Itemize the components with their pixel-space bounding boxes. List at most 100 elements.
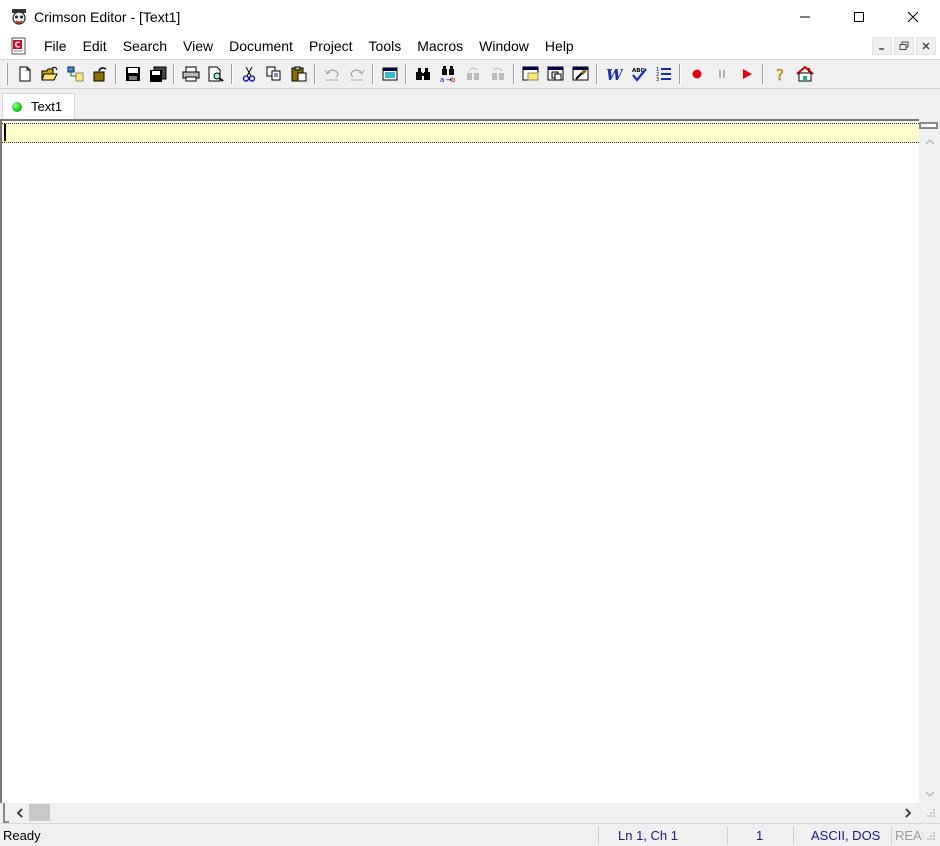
scroll-right-button[interactable] <box>901 804 915 822</box>
new-file-button[interactable] <box>12 62 37 86</box>
save-icon <box>125 67 140 81</box>
menu-document[interactable]: Document <box>221 33 301 59</box>
replace-icon: a → b <box>440 66 456 83</box>
close-button[interactable] <box>886 0 940 33</box>
print-preview-icon <box>208 66 224 82</box>
open-file-button[interactable] <box>37 62 62 86</box>
menu-view[interactable]: View <box>175 33 221 59</box>
properties-button[interactable] <box>568 62 593 86</box>
toolbar-separator <box>762 64 764 84</box>
copy-button[interactable] <box>261 62 286 86</box>
crimson-editor-app-icon[interactable] <box>9 7 29 27</box>
horizontal-scrollbar[interactable] <box>0 803 940 823</box>
minimize-icon <box>800 16 810 17</box>
maximize-icon <box>854 11 864 22</box>
tab-label: Text1 <box>31 99 63 114</box>
directory-window-icon <box>522 66 538 81</box>
output-window-button[interactable] <box>543 62 568 86</box>
menu-project[interactable]: Project <box>301 33 361 59</box>
scroll-up-button[interactable] <box>919 133 940 151</box>
toolbar-grip[interactable] <box>6 63 8 85</box>
help-button[interactable]: ? <box>767 62 792 86</box>
open-remote-icon <box>67 66 83 82</box>
pause-macro-button[interactable] <box>709 62 734 86</box>
word-wrap-button[interactable]: W <box>601 62 626 86</box>
undo-button[interactable] <box>319 62 344 86</box>
print-button[interactable] <box>178 62 203 86</box>
find-button[interactable] <box>410 62 435 86</box>
menu-file[interactable]: File <box>36 33 75 59</box>
save-all-icon <box>149 66 166 82</box>
tab-text1[interactable]: Text1 <box>2 93 75 119</box>
cursor-position: Ln 1, Ch 1 <box>618 828 678 843</box>
spell-check-icon: ABC <box>632 68 647 82</box>
replace-button[interactable]: a → b <box>435 62 460 86</box>
toolbar-separator <box>115 64 117 84</box>
status-divider <box>793 826 794 844</box>
toolbar-separator <box>314 64 316 84</box>
paste-icon <box>291 66 306 82</box>
line-numbers-button[interactable]: 123 <box>651 62 676 86</box>
text-editor-area[interactable] <box>0 119 919 803</box>
find-next-button[interactable] <box>460 62 485 86</box>
play-macro-button[interactable] <box>734 62 759 86</box>
svg-text:W: W <box>606 66 623 82</box>
mdi-minimize-button[interactable] <box>872 37 892 55</box>
horizontal-scroll-thumb[interactable] <box>29 804 50 821</box>
mdi-close-button[interactable] <box>916 37 936 55</box>
svg-text:C: C <box>15 41 21 50</box>
find-next-icon <box>466 67 479 80</box>
document-tab-bar: Text1 <box>0 89 940 119</box>
scroll-down-button[interactable] <box>919 785 940 803</box>
properties-icon <box>572 66 588 81</box>
encoding-indicator: ASCII, DOS <box>811 828 881 843</box>
vertical-split-handle[interactable] <box>919 122 938 129</box>
menu-help[interactable]: Help <box>537 33 582 59</box>
restore-icon <box>899 41 909 50</box>
mdi-restore-button[interactable] <box>894 37 914 55</box>
save-button[interactable] <box>120 62 145 86</box>
find-previous-button[interactable] <box>485 62 510 86</box>
maximize-button[interactable] <box>832 0 886 33</box>
print-icon <box>182 66 199 82</box>
print-preview-button[interactable] <box>203 62 228 86</box>
status-bar: Ready Ln 1, Ch 1 1 ASCII, DOS READ <box>0 823 940 846</box>
find-icon <box>415 68 430 80</box>
redo-button[interactable] <box>344 62 369 86</box>
pause-macro-icon <box>718 70 725 78</box>
toolbar-separator <box>231 64 233 84</box>
menu-search[interactable]: Search <box>115 33 175 59</box>
toolbar-separator <box>173 64 175 84</box>
status-message: Ready <box>3 828 41 843</box>
record-macro-icon <box>692 69 701 79</box>
record-macro-button[interactable] <box>684 62 709 86</box>
column-mode-button[interactable] <box>377 62 402 86</box>
cut-button[interactable] <box>236 62 261 86</box>
document-status-icon <box>12 101 22 112</box>
spell-check-button[interactable]: ABC <box>626 62 651 86</box>
toolbar: a → b W ABC 123 ? <box>0 59 940 89</box>
open-folder-icon <box>40 66 58 81</box>
reload-button[interactable] <box>87 62 112 86</box>
svg-text:?: ? <box>776 66 784 82</box>
vertical-scrollbar[interactable] <box>919 119 940 803</box>
open-remote-button[interactable] <box>62 62 87 86</box>
svg-text:3: 3 <box>656 77 659 82</box>
menu-macros[interactable]: Macros <box>409 33 471 59</box>
menu-window[interactable]: Window <box>471 33 537 59</box>
scroll-left-button[interactable] <box>13 804 27 822</box>
menu-edit[interactable]: Edit <box>75 33 115 59</box>
home-page-button[interactable] <box>792 62 817 86</box>
save-all-button[interactable] <box>145 62 170 86</box>
directory-window-button[interactable] <box>518 62 543 86</box>
mdi-controls <box>872 37 936 55</box>
size-grip-icon[interactable] <box>924 831 936 843</box>
paste-button[interactable] <box>286 62 311 86</box>
document-system-menu-icon[interactable]: C <box>10 37 28 55</box>
minimize-button[interactable] <box>778 0 832 33</box>
svg-text:a: a <box>440 76 444 83</box>
toolbar-separator <box>405 64 407 84</box>
minimize-icon <box>879 48 884 50</box>
horizontal-split-handle[interactable] <box>3 803 9 823</box>
menu-tools[interactable]: Tools <box>361 33 410 59</box>
